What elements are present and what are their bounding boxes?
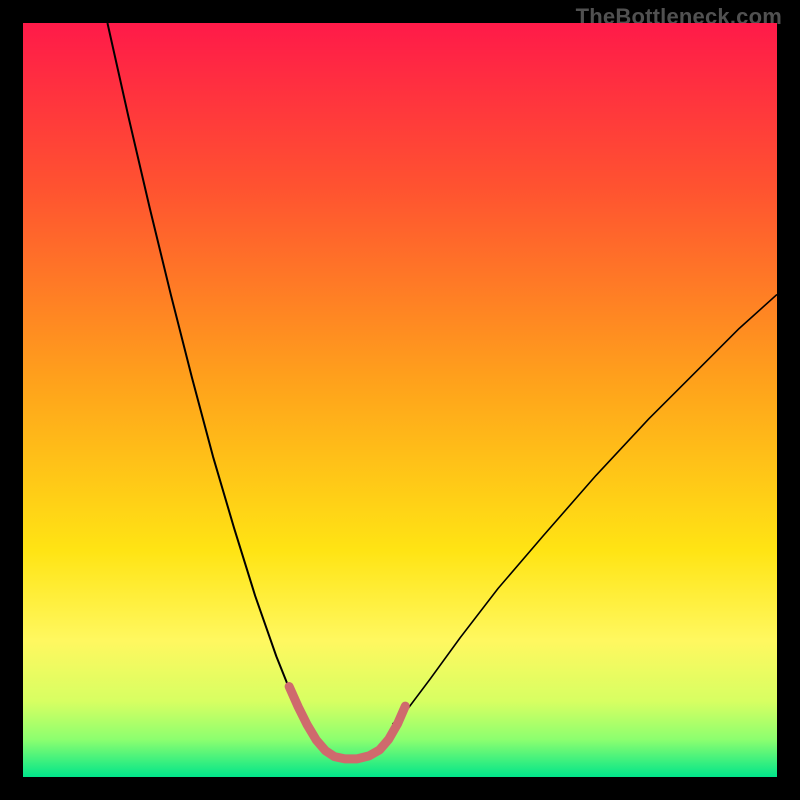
- series-right-curve: [392, 294, 777, 724]
- curves-layer: [23, 23, 777, 777]
- series-highlight-segment: [289, 687, 405, 759]
- chart-plot-area: [23, 23, 777, 777]
- chart-frame: TheBottleneck.com: [0, 0, 800, 800]
- series-left-curve: [107, 23, 308, 724]
